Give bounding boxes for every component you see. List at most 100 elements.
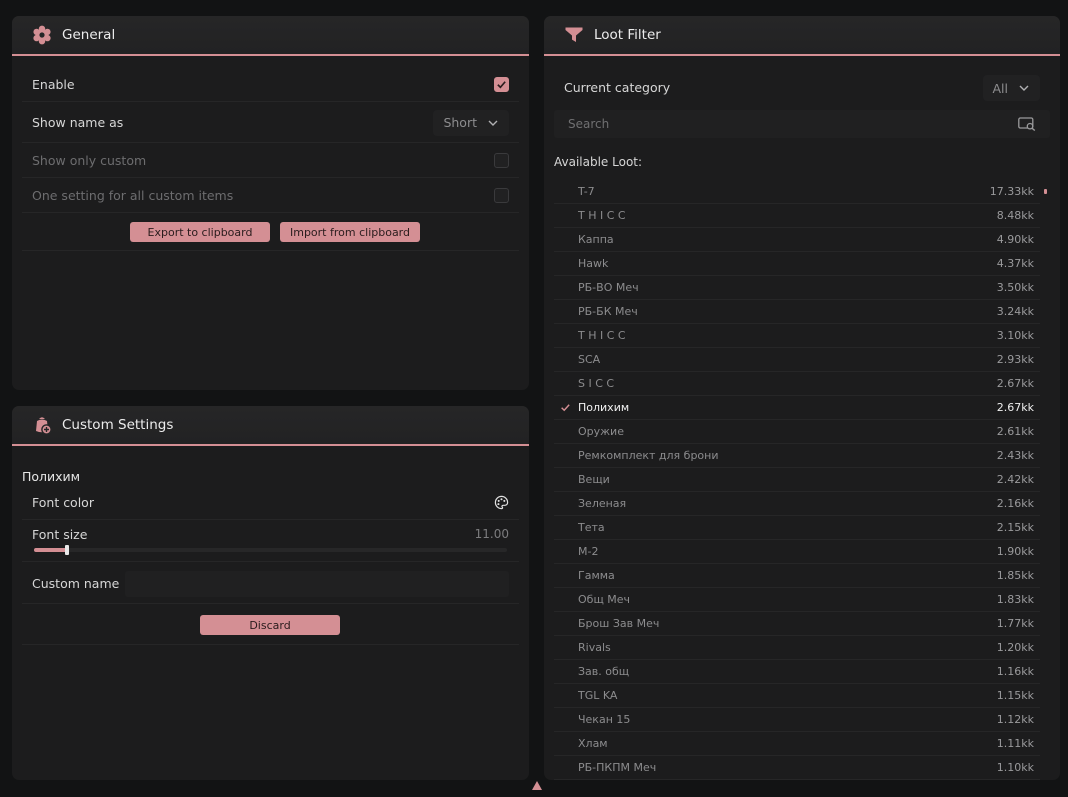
font-size-slider-handle[interactable]: [65, 545, 70, 555]
loot-item[interactable]: Ремкомплект для брони 2.43kk: [554, 444, 1040, 468]
show-only-custom-checkbox[interactable]: [494, 152, 509, 168]
loot-item[interactable]: Вещи 2.42kk: [554, 468, 1040, 492]
enable-checkbox[interactable]: [494, 77, 509, 92]
loot-item[interactable]: М-2 1.90kk: [554, 540, 1040, 564]
font-color-row: Font color: [22, 486, 519, 520]
loot-item[interactable]: Rivals 1.20kk: [554, 636, 1040, 660]
loot-item-value: 1.77kk: [996, 617, 1034, 630]
loot-item-name: РБ-БК Меч: [578, 305, 638, 318]
palette-icon[interactable]: [494, 495, 509, 510]
loot-item-name: Брош Зав Меч: [578, 617, 660, 630]
search-input[interactable]: Search: [568, 117, 1018, 131]
enable-label: Enable: [32, 77, 75, 92]
loot-item-value: 2.67kk: [996, 377, 1034, 390]
custom-name-input[interactable]: [125, 570, 509, 597]
loot-item-name: S I C C: [578, 377, 615, 390]
font-size-label: Font size: [32, 527, 88, 542]
loot-item-name: SCA: [578, 353, 601, 366]
category-value: All: [992, 80, 1009, 96]
collapse-toggle[interactable]: [529, 778, 544, 792]
loot-item-value: 1.11kk: [996, 737, 1034, 750]
check-icon: [561, 404, 570, 412]
loot-filter-title: Loot Filter: [594, 27, 661, 43]
check-icon: [497, 81, 506, 89]
loot-item-name: T H I C C: [578, 329, 626, 342]
loot-item[interactable]: РБ-БК Меч 3.24kk: [554, 300, 1040, 324]
loot-item-value: 1.10kk: [996, 761, 1034, 774]
loot-item[interactable]: Зав. общ 1.16kk: [554, 660, 1040, 684]
loot-item-value: 17.33kk: [989, 185, 1034, 198]
loot-item-value: 1.16kk: [996, 665, 1034, 678]
loot-item[interactable]: T-7 17.33kk: [554, 180, 1040, 204]
loot-item[interactable]: РБ-ВО Меч 3.50kk: [554, 276, 1040, 300]
font-size-value: 11.00: [474, 527, 509, 541]
chevron-down-icon: [1019, 85, 1029, 91]
loot-item-value: 2.43kk: [996, 449, 1034, 462]
loot-item[interactable]: Полихим 2.67kk: [554, 396, 1040, 420]
loot-item-value: 1.12kk: [996, 713, 1034, 726]
loot-item[interactable]: Гамма 1.85kk: [554, 564, 1040, 588]
general-panel: General Enable Show name as Short Show o…: [12, 16, 529, 390]
search-bar[interactable]: Search: [554, 110, 1050, 138]
loot-item-name: РБ-ПКПМ Меч: [578, 761, 657, 774]
loot-item[interactable]: Зеленая 2.16kk: [554, 492, 1040, 516]
loot-item-value: 2.61kk: [996, 425, 1034, 438]
loot-item-name: Чекан 15: [578, 713, 631, 726]
loot-item-name: Каппа: [578, 233, 614, 246]
loot-filter-panel: Loot Filter Current category All Search …: [544, 16, 1060, 780]
import-button[interactable]: Import from clipboard: [280, 222, 420, 242]
loot-item[interactable]: Хлам 1.11kk: [554, 732, 1040, 756]
loot-item[interactable]: S I C C 2.67kk: [554, 372, 1040, 396]
loot-item[interactable]: Чекан 15 1.12kk: [554, 708, 1040, 732]
one-setting-row: One setting for all custom items: [22, 178, 519, 213]
loot-item-name: М-2: [578, 545, 599, 558]
loot-item-value: 3.24kk: [996, 305, 1034, 318]
loot-item-value: 1.83kk: [996, 593, 1034, 606]
font-size-slider-fill: [34, 548, 68, 552]
loot-item[interactable]: Брош Зав Меч 1.77kk: [554, 612, 1040, 636]
loot-item[interactable]: TGL KA 1.15kk: [554, 684, 1040, 708]
loot-item-value: 2.16kk: [996, 497, 1034, 510]
show-name-select[interactable]: Short: [433, 109, 509, 136]
loot-filter-header: Loot Filter: [544, 16, 1060, 56]
gear-icon: [32, 25, 52, 45]
loot-item-value: 4.37kk: [996, 257, 1034, 270]
loot-item-value: 8.48kk: [996, 209, 1034, 222]
loot-item[interactable]: T H I C C 8.48kk: [554, 204, 1040, 228]
loot-item-name: Ремкомплект для брони: [578, 449, 719, 462]
loot-item-name: Оружие: [578, 425, 624, 438]
category-select[interactable]: All: [982, 75, 1040, 101]
loot-item-value: 2.15kk: [996, 521, 1034, 534]
loot-item[interactable]: Общ Меч 1.83kk: [554, 588, 1040, 612]
loot-item-value: 1.15kk: [996, 689, 1034, 702]
loot-item[interactable]: Оружие 2.61kk: [554, 420, 1040, 444]
funnel-icon: [564, 25, 584, 45]
loot-item[interactable]: T H I C C 3.10kk: [554, 324, 1040, 348]
scrollbar-thumb[interactable]: [1044, 189, 1047, 194]
one-setting-checkbox[interactable]: [494, 187, 509, 203]
custom-name-row: Custom name: [22, 564, 519, 604]
loot-item[interactable]: Тета 2.15kk: [554, 516, 1040, 540]
loot-item[interactable]: SCA 2.93kk: [554, 348, 1040, 372]
loot-item-value: 2.93kk: [996, 353, 1034, 366]
export-button[interactable]: Export to clipboard: [130, 222, 270, 242]
loot-item-value: 3.50kk: [996, 281, 1034, 294]
discard-button[interactable]: Discard: [200, 615, 340, 635]
loot-item-value: 1.85kk: [996, 569, 1034, 582]
available-loot-label: Available Loot:: [554, 155, 643, 169]
custom-item-name: Полихим: [22, 469, 81, 484]
enable-row: Enable: [22, 68, 519, 102]
loot-item-name: Зеленая: [578, 497, 627, 510]
loot-item-name: TGL KA: [578, 689, 618, 702]
loot-item-name: Вещи: [578, 473, 610, 486]
font-size-slider[interactable]: [34, 545, 507, 555]
loot-item-name: Rivals: [578, 641, 611, 654]
loot-item[interactable]: Hawk 4.37kk: [554, 252, 1040, 276]
search-icon[interactable]: [1018, 117, 1036, 131]
loot-item[interactable]: Каппа 4.90kk: [554, 228, 1040, 252]
loot-item-value: 4.90kk: [996, 233, 1034, 246]
one-setting-label: One setting for all custom items: [32, 187, 234, 203]
loot-item[interactable]: РБ-ПКПМ Меч 1.10kk: [554, 756, 1040, 780]
loot-item-value: 1.90kk: [996, 545, 1034, 558]
general-title: General: [62, 27, 116, 43]
